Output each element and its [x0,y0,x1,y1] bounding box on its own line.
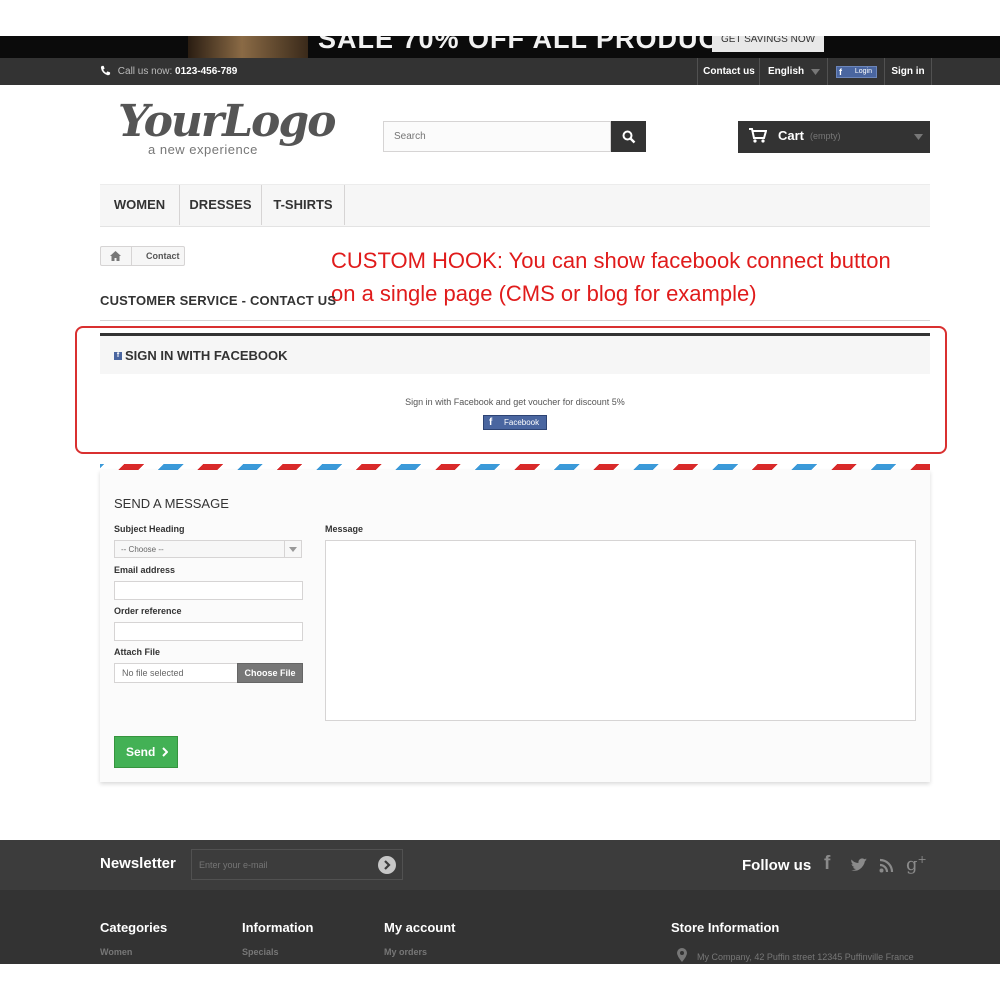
newsletter-email-input[interactable] [192,850,376,879]
cart-label: Cart [778,128,805,143]
search-box [383,121,614,152]
message-label: Message [325,524,364,534]
menu-item-t-shirts[interactable]: T-SHIRTS [262,185,345,225]
attach-file-label: Attach File [114,647,161,657]
breadcrumb: Contact [100,246,185,266]
subject-label: Subject Heading [114,524,185,534]
banner-cta-button[interactable]: GET SAVINGS NOW [712,36,824,52]
subject-select[interactable]: -- Choose -- [114,540,302,558]
site-logo[interactable]: YourLogo a new experience [118,96,337,162]
contact-us-link[interactable]: Contact us [697,58,760,85]
search-icon [622,130,636,144]
select-arrow [284,541,301,557]
footer-categories-heading: Categories [100,920,168,935]
chevron-right-icon [162,747,168,757]
chevron-down-icon [289,547,297,552]
phone-number: 0123-456-789 [175,66,238,77]
facebook-login-area: f Login [827,58,885,85]
banner-headline: SALE 70% OFF ALL PRODUCTS [318,36,756,54]
twitter-icon[interactable] [850,858,868,873]
facebook-icon: f [839,67,842,77]
search-input[interactable] [384,122,614,151]
page-title: CUSTOMER SERVICE - CONTACT US [100,293,337,308]
sign-in-link[interactable]: Sign in [884,58,932,85]
language-label: English [768,66,805,77]
highlight-frame [75,326,947,454]
search-button[interactable] [611,121,646,152]
footer-information-heading: Information [242,920,314,935]
call-label: Call us now: [117,66,173,77]
rss-icon[interactable] [879,858,894,873]
logo-wordmark: YourLogo [118,96,337,147]
language-selector[interactable]: English [759,58,827,85]
follow-us-heading: Follow us [742,857,812,874]
chevron-down-icon [811,69,820,75]
banner-photo [188,36,308,58]
send-button[interactable]: Send [114,736,178,768]
facebook-login-label: Login [854,68,872,75]
footer-link-specials[interactable]: Specials [242,947,279,957]
phone-icon [100,65,111,76]
cart-icon [749,128,767,143]
file-status: No file selected [114,663,238,683]
menu-item-women[interactable]: WOMEN [100,185,180,225]
breadcrumb-current: Contact [146,251,180,261]
choose-file-button[interactable]: Choose File [237,663,303,683]
newsletter-input-box [191,849,403,880]
footer-link-women[interactable]: Women [100,947,132,957]
breadcrumb-home[interactable] [101,247,132,265]
footer-store-information-heading: Store Information [671,920,780,935]
main-menu: WOMEN DRESSES T-SHIRTS [100,184,930,227]
annotation-line-1: CUSTOM HOOK: You can show facebook conne… [331,248,891,273]
store-address: My Company, 42 Puffin street 12345 Puffi… [697,952,914,962]
order-reference-label: Order reference [114,606,182,616]
send-label: Send [126,745,156,759]
email-field[interactable] [114,581,303,600]
top-nav: Call us now: 0123-456-789 Contact us Eng… [0,58,1000,85]
cart-status: (empty) [810,131,841,141]
menu-item-dresses[interactable]: DRESSES [180,185,262,225]
facebook-icon[interactable]: f [824,853,830,875]
footer-my-account-heading: My account [384,920,456,935]
call-us: Call us now: 0123-456-789 [100,65,237,77]
home-icon [110,251,121,261]
footer-link-my-orders[interactable]: My orders [384,947,427,957]
newsletter-heading: Newsletter [100,855,176,872]
annotation-line-2: on a single page (CMS or blog for exampl… [331,281,757,306]
order-reference-field[interactable] [114,622,303,641]
facebook-login-button[interactable]: f Login [836,66,877,78]
logo-tagline: a new experience [148,142,258,157]
file-status-text: No file selected [122,668,184,678]
arrow-circle-right-icon[interactable] [378,856,396,874]
message-textarea[interactable] [325,540,916,721]
newsletter-bar: Newsletter Follow us f g+ [0,840,1000,890]
chevron-down-icon [914,134,923,140]
map-marker-icon [677,948,687,962]
custom-hook-annotation: CUSTOM HOOK: You can show facebook conne… [331,244,971,310]
promo-banner[interactable]: SALE 70% OFF ALL PRODUCTS GET SAVINGS NO… [0,36,1000,58]
divider [100,320,930,321]
contact-form-heading: SEND A MESSAGE [114,496,229,511]
email-label: Email address [114,565,176,575]
cart-button[interactable]: Cart (empty) [738,121,930,153]
google-plus-icon[interactable]: g+ [906,853,927,875]
subject-value: -- Choose -- [121,545,164,554]
